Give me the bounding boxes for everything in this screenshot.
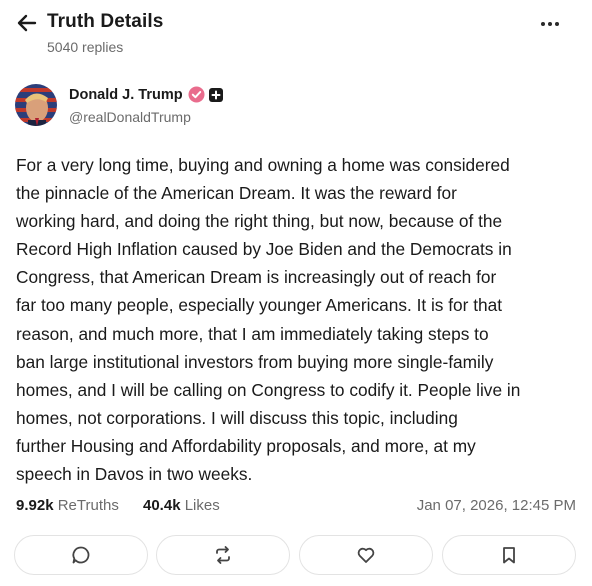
back-button[interactable] xyxy=(14,12,40,34)
author-handle[interactable]: @realDonaldTrump xyxy=(69,109,191,125)
page-header: Truth Details 5040 replies xyxy=(0,0,592,64)
bookmark-button[interactable] xyxy=(442,535,576,575)
plus-badge-icon xyxy=(208,87,223,102)
avatar-image xyxy=(15,84,57,126)
retruths-label: ReTruths xyxy=(57,497,119,514)
arrow-left-icon xyxy=(17,14,37,32)
reply-button[interactable] xyxy=(14,535,148,575)
page-title: Truth Details xyxy=(47,11,164,32)
likes-stat[interactable]: 40.4k Likes xyxy=(143,497,220,514)
heart-icon xyxy=(357,547,375,563)
like-button[interactable] xyxy=(299,535,433,575)
author-name-row: Donald J. Trump xyxy=(69,86,223,103)
more-options-button[interactable] xyxy=(536,14,564,34)
retruths-stat[interactable]: 9.92k ReTruths xyxy=(16,497,119,514)
reply-icon xyxy=(72,546,90,564)
post-author: Donald J. Trump @realDonaldTrump xyxy=(15,84,575,128)
post-text: For a very long time, buying and owning … xyxy=(16,155,521,485)
author-name[interactable]: Donald J. Trump xyxy=(69,87,183,103)
post-meta: 9.92k ReTruths 40.4k Likes Jan 07, 2026,… xyxy=(16,497,576,519)
bookmark-icon xyxy=(503,547,515,564)
dot xyxy=(541,22,545,26)
retruths-count: 9.92k xyxy=(16,497,54,514)
retruth-icon xyxy=(216,546,230,564)
avatar[interactable] xyxy=(15,84,57,126)
likes-count: 40.4k xyxy=(143,497,181,514)
post-timestamp: Jan 07, 2026, 12:45 PM xyxy=(416,497,576,514)
post-actions xyxy=(14,535,576,575)
verified-badge-icon xyxy=(188,86,205,103)
retruth-button[interactable] xyxy=(156,535,290,575)
likes-label: Likes xyxy=(184,497,220,514)
reply-count: 5040 replies xyxy=(47,39,124,55)
dot xyxy=(548,22,552,26)
dot xyxy=(555,22,559,26)
